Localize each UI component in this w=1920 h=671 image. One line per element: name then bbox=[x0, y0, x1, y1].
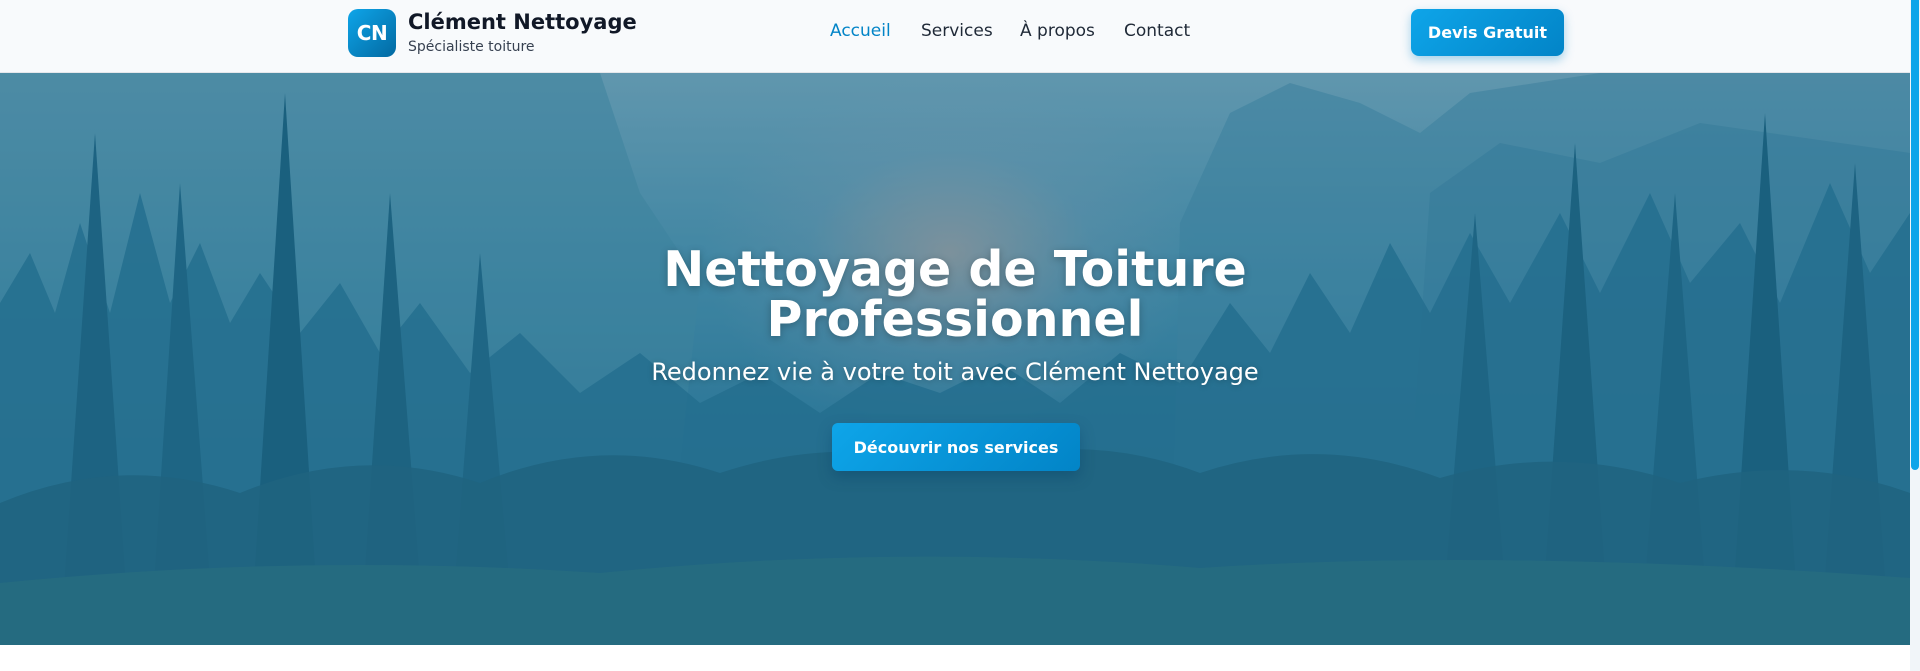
page-scrollbar[interactable] bbox=[1910, 0, 1920, 671]
site-header: CN Clément Nettoyage Spécialiste toiture… bbox=[0, 0, 1910, 73]
discover-services-button[interactable]: Découvrir nos services bbox=[832, 423, 1080, 471]
page: CN Clément Nettoyage Spécialiste toiture… bbox=[0, 0, 1920, 671]
free-quote-button[interactable]: Devis Gratuit bbox=[1411, 9, 1564, 56]
nav-item-services[interactable]: Services bbox=[921, 21, 993, 41]
hero-title-line-1: Nettoyage de Toiture bbox=[663, 241, 1247, 298]
hero-title: Nettoyage de Toiture Professionnel bbox=[560, 245, 1350, 345]
hero-section: Nettoyage de Toiture Professionnel Redon… bbox=[0, 73, 1910, 645]
logo-badge[interactable]: CN bbox=[348, 9, 396, 57]
nav-item-contact[interactable]: Contact bbox=[1124, 21, 1190, 41]
hero-title-line-2: Professionnel bbox=[766, 291, 1144, 348]
logo-initials: CN bbox=[356, 21, 388, 45]
nav-item-a-propos[interactable]: À propos bbox=[1020, 21, 1095, 41]
hero-subtitle: Redonnez vie à votre toit avec Clément N… bbox=[651, 358, 1259, 386]
scrollbar-thumb[interactable] bbox=[1911, 0, 1919, 470]
nav-item-accueil[interactable]: Accueil bbox=[830, 21, 891, 41]
brand-tagline: Spécialiste toiture bbox=[408, 39, 535, 55]
brand-name[interactable]: Clément Nettoyage bbox=[408, 10, 637, 34]
